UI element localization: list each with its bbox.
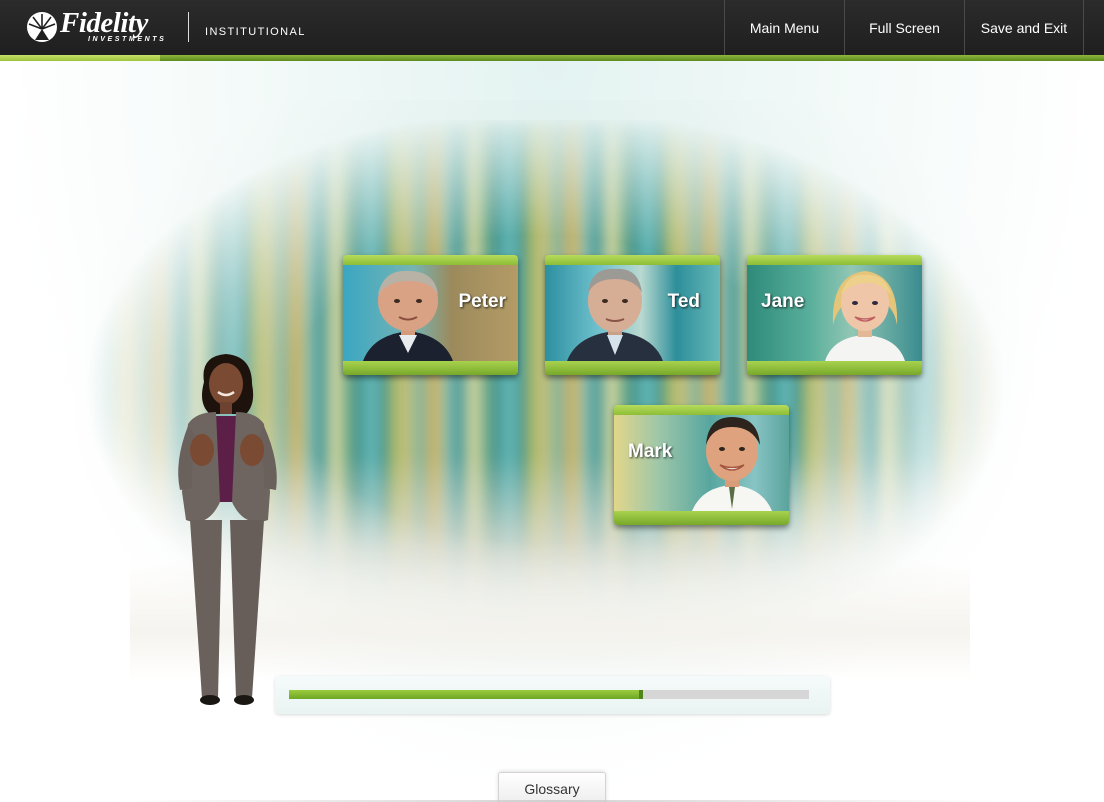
logo-tagline: INSTITUTIONAL <box>205 26 306 38</box>
card-bottom-bar <box>747 361 922 375</box>
main-menu-button[interactable]: Main Menu <box>724 0 844 55</box>
character-card-peter[interactable]: Peter <box>343 255 518 375</box>
character-card-ted[interactable]: Ted <box>545 255 720 375</box>
course-progress-panel <box>275 676 830 714</box>
jane-portrait <box>747 265 922 361</box>
glossary-label: Glossary <box>524 780 580 797</box>
card-bottom-bar <box>614 511 789 525</box>
logo-divider <box>188 12 189 42</box>
card-bottom-bar <box>343 361 518 375</box>
character-name-jane: Jane <box>761 291 805 312</box>
mark-portrait-image <box>692 417 772 511</box>
character-name-mark: Mark <box>628 441 673 462</box>
ted-portrait-image <box>567 268 663 361</box>
character-name-peter: Peter <box>458 291 506 312</box>
card-top-bar <box>545 255 720 265</box>
save-and-exit-button[interactable]: Save and Exit <box>964 0 1084 55</box>
mark-portrait <box>614 415 789 511</box>
peter-portrait-image <box>363 270 453 361</box>
logo-wordmark: Fidelity <box>60 7 148 39</box>
fidelity-logo: Fidelity INVESTMENTS <box>26 7 167 44</box>
character-card-jane[interactable]: Jane <box>747 255 922 375</box>
card-top-bar <box>614 405 789 415</box>
character-name-ted: Ted <box>667 291 700 312</box>
fidelity-pyramid-burst-icon <box>27 12 57 42</box>
card-top-bar <box>747 255 922 265</box>
progress-fill <box>289 690 643 699</box>
full-screen-button[interactable]: Full Screen <box>844 0 964 55</box>
save-and-exit-label: Save and Exit <box>980 19 1068 36</box>
character-card-mark[interactable]: Mark <box>614 405 789 525</box>
ted-portrait <box>545 265 720 361</box>
logo-subtitle: INVESTMENTS <box>88 36 167 43</box>
presenter-figure <box>178 354 277 705</box>
main-menu-label: Main Menu <box>749 19 820 36</box>
full-screen-label: Full Screen <box>869 19 940 36</box>
top-bar: Fidelity INVESTMENTS INSTITUTIONAL Main … <box>0 0 1104 55</box>
glossary-button[interactable]: Glossary <box>498 772 606 802</box>
jane-portrait-image <box>825 271 905 361</box>
top-nav: Main Menu Full Screen Save and Exit <box>724 0 1084 55</box>
card-top-bar <box>343 255 518 265</box>
card-bottom-bar <box>545 361 720 375</box>
progress-track <box>289 690 809 699</box>
peter-portrait <box>343 265 518 361</box>
